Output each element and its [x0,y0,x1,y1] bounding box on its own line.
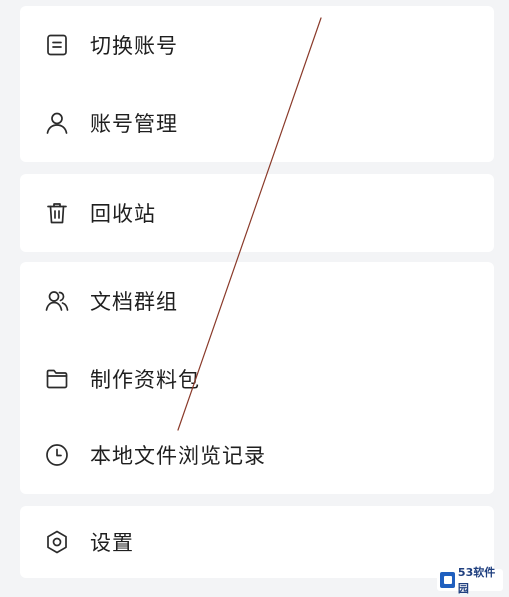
switch-account-item[interactable]: 切换账号 [20,6,494,84]
watermark-icon [440,572,455,588]
local-history-label: 本地文件浏览记录 [90,444,266,468]
folder-icon [46,369,68,389]
local-history-item[interactable]: 本地文件浏览记录 [20,416,494,494]
settings-card: 设置 [20,506,494,578]
recycle-bin-item[interactable]: 回收站 [20,174,494,252]
doc-groups-label: 文档群组 [90,290,178,314]
watermark-logo: 53软件园 [437,566,503,595]
watermark-text: 53软件园 [457,566,496,595]
group-users-icon [45,291,69,311]
settings-item[interactable]: 设置 [20,506,494,578]
docs-card: 文档群组 制作资料包 本地文件浏览记录 [20,262,494,494]
trash-icon [47,203,67,224]
clock-icon [46,444,68,466]
make-package-item[interactable]: 制作资料包 [20,340,494,418]
account-manage-item[interactable]: 账号管理 [20,84,494,162]
settings-label: 设置 [90,531,134,555]
recycle-card: 回收站 [20,174,494,252]
settings-hexagon-icon [47,530,67,554]
switch-account-label: 切换账号 [90,34,178,58]
user-icon [46,112,68,134]
recycle-bin-label: 回收站 [90,202,156,226]
account-manage-label: 账号管理 [90,112,178,136]
make-package-label: 制作资料包 [90,368,200,392]
doc-groups-item[interactable]: 文档群组 [20,262,494,340]
document-list-icon [47,34,67,56]
account-card: 切换账号 账号管理 [20,6,494,162]
